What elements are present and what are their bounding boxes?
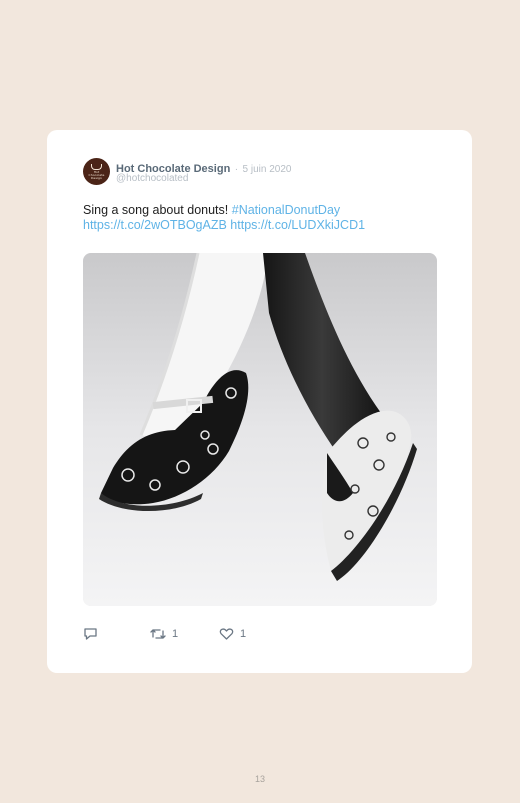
- cup-logo-icon: [91, 163, 102, 170]
- retweet-count: 1: [172, 628, 179, 640]
- header-separator: ·: [234, 164, 239, 175]
- reply-button[interactable]: [83, 627, 98, 641]
- retweet-button[interactable]: 1: [150, 627, 178, 641]
- author-avatar[interactable]: Hot Chocolate Design: [83, 158, 110, 185]
- like-count: 1: [240, 628, 247, 640]
- avatar-logo-text: Design: [91, 175, 102, 180]
- tweet-actions: 1 1: [83, 627, 343, 643]
- tweet-text: Sing a song about donuts! #NationalDonut…: [83, 203, 423, 233]
- like-button[interactable]: 1: [219, 627, 246, 641]
- tweet-media-image[interactable]: [83, 253, 437, 606]
- reply-icon: [84, 628, 97, 640]
- tweet-url-link[interactable]: https://t.co/2wOTBOgAZB: [83, 218, 227, 232]
- shoe-photo: [83, 253, 437, 606]
- page-number: 13: [254, 774, 265, 784]
- tweet-body-text: Sing a song about donuts!: [83, 203, 229, 217]
- retweet-icon: [150, 629, 166, 639]
- tweet-card: Hot Chocolate Design Hot Chocolate Desig…: [47, 130, 472, 673]
- tweet-date[interactable]: 5 juin 2020: [243, 164, 292, 175]
- tweet-url-link[interactable]: https://t.co/LUDXkiJCD1: [230, 218, 365, 232]
- hashtag-link[interactable]: #NationalDonutDay: [232, 203, 340, 217]
- heart-icon: [219, 628, 234, 640]
- author-handle[interactable]: @hotchocolated: [116, 173, 188, 184]
